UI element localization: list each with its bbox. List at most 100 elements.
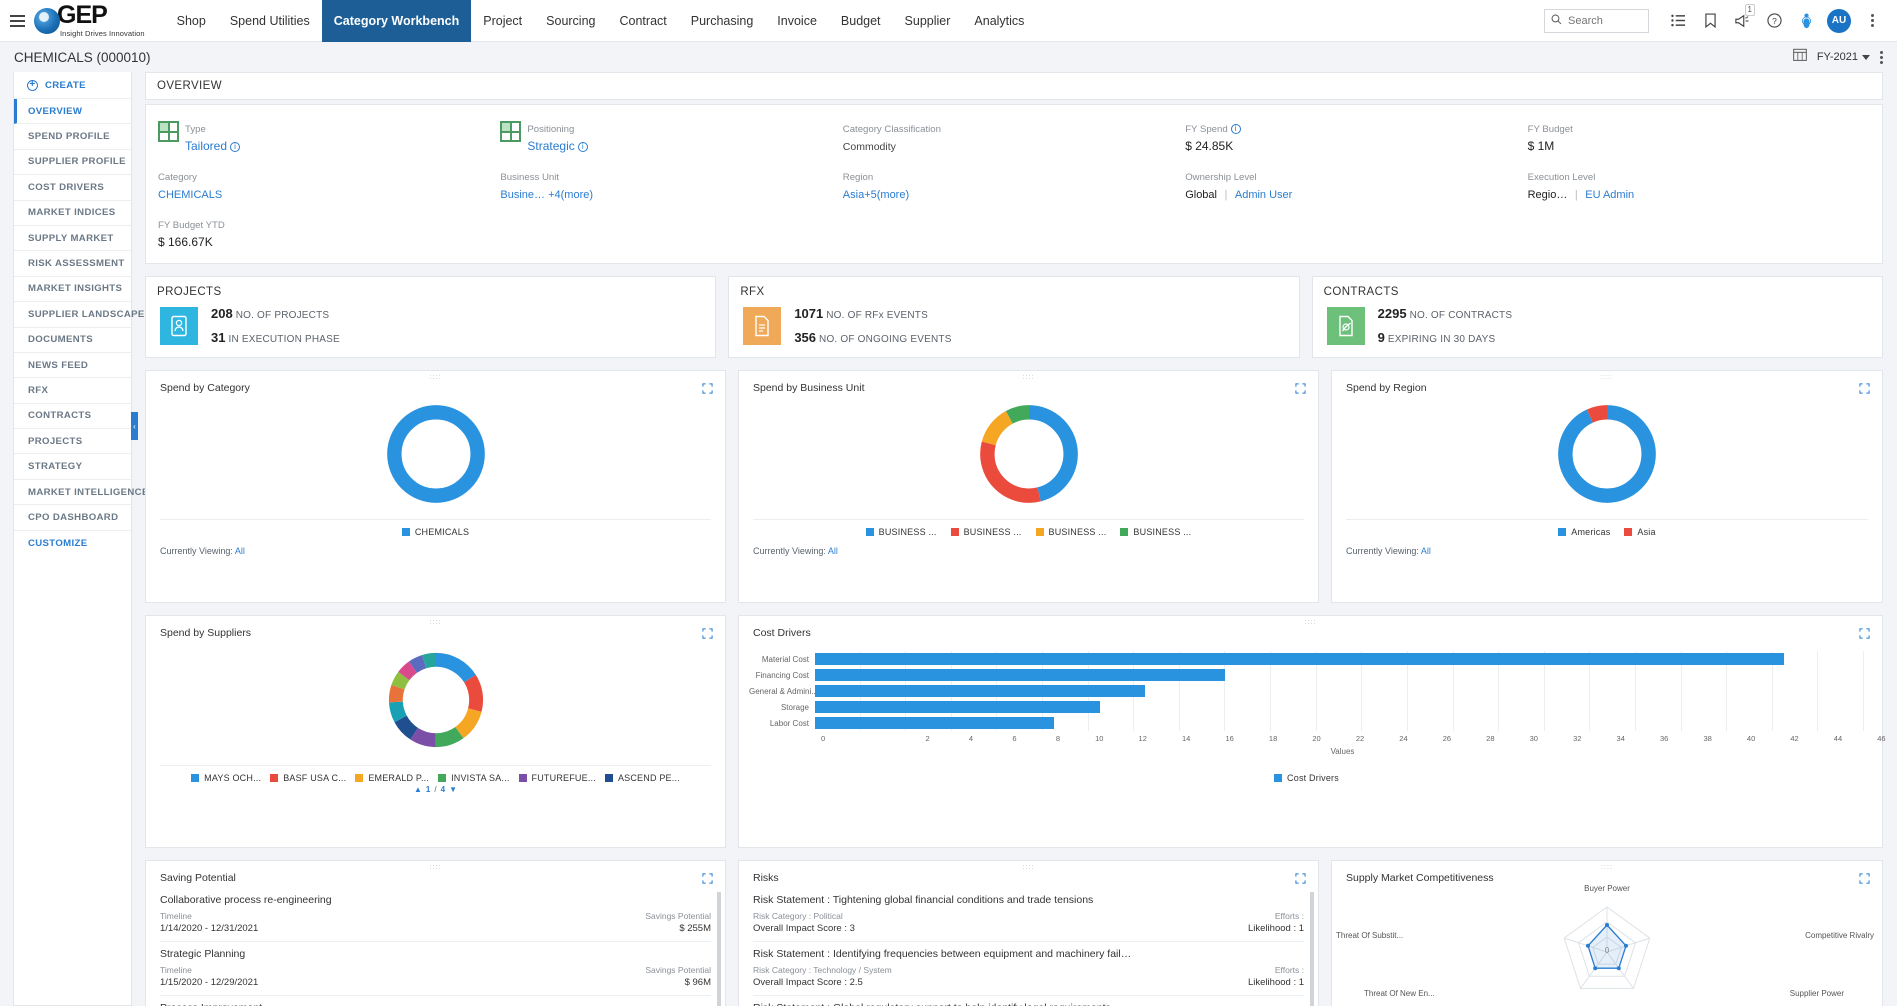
donut-chart-suppliers[interactable]	[146, 641, 725, 759]
donut-chart-region[interactable]	[1332, 396, 1882, 511]
calendar-icon[interactable]	[1793, 48, 1807, 66]
viewing-value[interactable]: All	[1421, 546, 1431, 556]
list-view-icon[interactable]	[1663, 0, 1693, 42]
sidebar-item-cpo-dashboard[interactable]: CPO DASHBOARD	[14, 505, 131, 530]
sidebar-item-market-intelligence[interactable]: MARKET INTELLIGENCE	[14, 480, 131, 505]
nav-item-category-workbench[interactable]: Category Workbench	[322, 0, 472, 42]
menu-toggle-icon[interactable]	[6, 15, 32, 27]
sidebar-item-documents[interactable]: DOCUMENTS	[14, 328, 131, 353]
expand-icon[interactable]	[1859, 871, 1870, 882]
donut-chart-business-unit[interactable]	[739, 396, 1318, 511]
drag-handle-icon[interactable]: ::::	[1305, 620, 1317, 625]
sidebar-item-spend-profile[interactable]: SPEND PROFILE	[14, 124, 131, 149]
nav-item-project[interactable]: Project	[471, 0, 534, 42]
field-value-executor[interactable]: EU Admin	[1585, 189, 1634, 201]
sidebar-item-overview[interactable]: OVERVIEW	[14, 99, 131, 124]
list-item[interactable]: Collaborative process re-engineering Tim…	[160, 888, 711, 942]
more-options-icon[interactable]	[1857, 0, 1887, 42]
drag-handle-icon[interactable]: ::::	[1601, 375, 1613, 380]
legend-item[interactable]: BUSINESS ...	[1036, 527, 1107, 537]
list-item[interactable]: Process Improvement TimelineSavings Pote…	[160, 996, 711, 1006]
nav-item-invoice[interactable]: Invoice	[765, 0, 829, 42]
legend-item[interactable]: BUSINESS ...	[1120, 527, 1191, 537]
viewing-value[interactable]: All	[828, 546, 838, 556]
legend-item[interactable]: ASCEND PE...	[605, 773, 680, 783]
legend-item[interactable]: Americas	[1558, 527, 1610, 537]
bar-row[interactable]: Material Cost	[749, 651, 1864, 667]
sidebar-item-strategy[interactable]: STRATEGY	[14, 454, 131, 479]
expand-icon[interactable]	[1859, 626, 1870, 637]
scrollbar[interactable]	[717, 892, 721, 1006]
bar-row[interactable]: Storage	[749, 699, 1864, 715]
list-item[interactable]: Strategic Planning TimelineSavings Poten…	[160, 942, 711, 996]
sidebar-item-contracts[interactable]: CONTRACTS	[14, 404, 131, 429]
drag-handle-icon[interactable]: ::::	[1023, 865, 1035, 870]
legend-item[interactable]: Cost Drivers	[1274, 773, 1339, 783]
drag-handle-icon[interactable]: ::::	[430, 375, 442, 380]
sidebar-item-risk-assessment[interactable]: RISK ASSESSMENT	[14, 251, 131, 276]
sidebar-collapse-handle[interactable]: ‹	[131, 412, 138, 440]
field-value-owner[interactable]: Admin User	[1235, 189, 1292, 201]
page-more-options-icon[interactable]	[1880, 51, 1883, 64]
radar-chart-supply-market[interactable]: Buyer Power Competitive Rivalry Supplier…	[1332, 884, 1882, 1006]
info-icon[interactable]: i	[230, 142, 240, 152]
search-input[interactable]	[1568, 15, 1642, 27]
field-value[interactable]: Tailored	[185, 139, 227, 153]
nav-item-analytics[interactable]: Analytics	[962, 0, 1036, 42]
legend-item[interactable]: Asia	[1624, 527, 1655, 537]
sidebar-item-cost-drivers[interactable]: COST DRIVERS	[14, 175, 131, 200]
field-value[interactable]: Asia+5(more)	[843, 189, 909, 201]
bar-row[interactable]: Financing Cost	[749, 667, 1864, 683]
expand-icon[interactable]	[1295, 871, 1306, 882]
expand-icon[interactable]	[702, 626, 713, 637]
legend-item[interactable]: MAYS OCH...	[191, 773, 261, 783]
drag-handle-icon[interactable]: ::::	[1023, 375, 1035, 380]
announcement-icon[interactable]: 1	[1727, 0, 1757, 42]
fiscal-year-select[interactable]: FY-2021	[1817, 51, 1870, 63]
expand-icon[interactable]	[702, 871, 713, 882]
nav-item-purchasing[interactable]: Purchasing	[679, 0, 766, 42]
avatar[interactable]: AU	[1827, 9, 1851, 33]
legend-item[interactable]: CHEMICALS	[402, 527, 469, 537]
nav-item-budget[interactable]: Budget	[829, 0, 893, 42]
field-value[interactable]: CHEMICALS	[158, 189, 222, 201]
sidebar-item-supplier-profile[interactable]: SUPPLIER PROFILE	[14, 150, 131, 175]
legend-item[interactable]: BUSINESS ...	[951, 527, 1022, 537]
search-box[interactable]	[1544, 9, 1649, 33]
sidebar-item-rfx[interactable]: RFX	[14, 378, 131, 403]
expand-icon[interactable]	[702, 381, 713, 392]
list-item[interactable]: Risk Statement : Tightening global finan…	[753, 888, 1304, 942]
bar-row[interactable]: General & Admini...	[749, 683, 1864, 699]
expand-icon[interactable]	[1859, 381, 1870, 392]
sidebar-item-projects[interactable]: PROJECTS	[14, 429, 131, 454]
nav-item-supplier[interactable]: Supplier	[893, 0, 963, 42]
legend-item[interactable]: EMERALD P...	[355, 773, 429, 783]
legend-item[interactable]: INVISTA SA...	[438, 773, 509, 783]
viewing-value[interactable]: All	[235, 546, 245, 556]
sidebar-item-supply-market[interactable]: SUPPLY MARKET	[14, 226, 131, 251]
bookmark-icon[interactable]	[1695, 0, 1725, 42]
list-item[interactable]: Risk Statement : Identifying frequencies…	[753, 942, 1304, 996]
sidebar-item-customize[interactable]: CUSTOMIZE	[14, 531, 131, 556]
field-value[interactable]: Strategic	[527, 139, 574, 153]
pager-down-icon[interactable]: ▼	[449, 785, 457, 794]
pager-up-icon[interactable]: ▲	[414, 785, 422, 794]
drag-handle-icon[interactable]: ::::	[430, 865, 442, 870]
nav-item-contract[interactable]: Contract	[608, 0, 679, 42]
sidebar-item-news-feed[interactable]: NEWS FEED	[14, 353, 131, 378]
legend-item[interactable]: BASF USA C...	[270, 773, 346, 783]
help-icon[interactable]: ?	[1759, 0, 1789, 42]
assistant-icon[interactable]	[1791, 0, 1821, 42]
expand-icon[interactable]	[1295, 381, 1306, 392]
sidebar-create-button[interactable]: + CREATE	[14, 72, 131, 99]
drag-handle-icon[interactable]: ::::	[1601, 865, 1613, 870]
risks-list[interactable]: Risk Statement : Tightening global finan…	[739, 884, 1318, 1006]
legend-item[interactable]: BUSINESS ...	[866, 527, 937, 537]
info-icon[interactable]: i	[578, 142, 588, 152]
saving-potential-list[interactable]: Collaborative process re-engineering Tim…	[146, 884, 725, 1006]
scrollbar[interactable]	[1310, 892, 1314, 1006]
bar-row[interactable]: Labor Cost	[749, 715, 1864, 731]
nav-item-shop[interactable]: Shop	[165, 0, 218, 42]
nav-item-sourcing[interactable]: Sourcing	[534, 0, 607, 42]
field-value[interactable]: Busine… +4(more)	[500, 189, 593, 201]
